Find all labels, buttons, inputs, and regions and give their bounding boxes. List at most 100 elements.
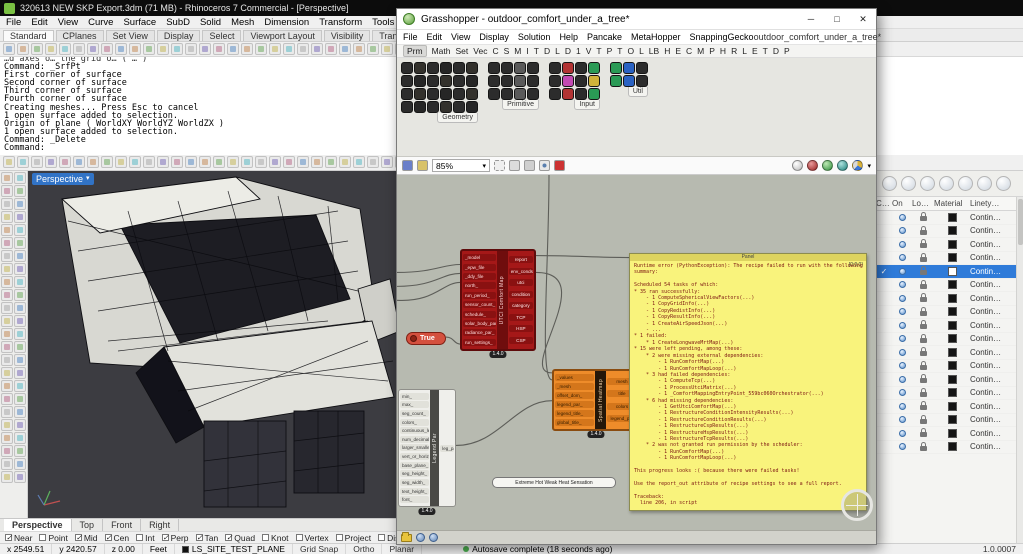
toolbar-icon[interactable] <box>59 156 71 168</box>
sidebar-tool-icon[interactable] <box>14 445 26 457</box>
toolbar-icon[interactable] <box>241 43 253 55</box>
gh-tab-t-8[interactable]: T <box>534 46 539 56</box>
lightbulb-icon[interactable] <box>898 362 906 370</box>
gh-tab-o-17[interactable]: O <box>627 46 634 56</box>
lightbulb-icon[interactable] <box>898 240 906 248</box>
lock-icon[interactable] <box>919 441 927 451</box>
component-icon[interactable] <box>453 75 465 87</box>
layer-on-cell[interactable] <box>892 213 912 221</box>
sidebar-tool-icon[interactable] <box>1 406 13 418</box>
component-icon[interactable] <box>588 88 600 100</box>
toolbar-icon[interactable] <box>227 43 239 55</box>
component-icon[interactable] <box>414 62 426 74</box>
menu-edit[interactable]: Edit <box>31 17 47 28</box>
menu-mesh[interactable]: Mesh <box>231 17 254 28</box>
output-param[interactable]: report <box>508 256 533 264</box>
sidebar-tool-icon[interactable] <box>14 263 26 275</box>
layer-row[interactable]: ✓ Contin… <box>876 265 1023 279</box>
layer-material-cell[interactable] <box>934 320 970 330</box>
toolbar-icon[interactable] <box>87 156 99 168</box>
gh-tab-l-18[interactable]: L <box>639 46 644 56</box>
output-param[interactable]: CSP <box>508 336 533 344</box>
gh-tab-p-31[interactable]: P <box>784 46 790 56</box>
layer-lock-cell[interactable] <box>912 212 934 222</box>
gh-tab-m-23[interactable]: M <box>697 46 704 56</box>
toolbar-icon[interactable] <box>283 156 295 168</box>
lightbulb-icon[interactable] <box>898 254 906 262</box>
checkbox-icon[interactable] <box>195 533 203 542</box>
input-param[interactable]: legend_title_ <box>555 410 594 417</box>
toolbar-icon[interactable] <box>339 43 351 55</box>
lightbulb-icon[interactable] <box>898 294 906 302</box>
material-swatch[interactable] <box>947 239 957 249</box>
component-icon[interactable] <box>440 75 452 87</box>
lock-icon[interactable] <box>919 225 927 235</box>
toolbar-icon[interactable] <box>129 43 141 55</box>
input-param[interactable]: max_ <box>400 401 430 409</box>
input-param[interactable]: continuous_leg_ <box>400 427 430 435</box>
gh-tab-math-1[interactable]: Math <box>432 46 451 56</box>
checkbox-icon[interactable] <box>161 533 169 542</box>
status-current-layer[interactable]: LS_SITE_TEST_PLANE <box>175 544 293 554</box>
input-param[interactable]: base_plane_ <box>400 461 430 469</box>
sidebar-tool-icon[interactable] <box>1 380 13 392</box>
viewport-tab-front[interactable]: Front <box>103 519 142 531</box>
layer-row[interactable]: Contin… <box>876 225 1023 238</box>
layer-row[interactable]: Contin… <box>876 414 1023 427</box>
lightbulb-icon[interactable] <box>898 443 906 451</box>
sidebar-tool-icon[interactable] <box>14 237 26 249</box>
component-icon[interactable] <box>466 62 478 74</box>
profiler-pie-icon[interactable] <box>852 160 864 171</box>
folder-icon[interactable] <box>401 531 412 542</box>
layer-material-cell[interactable] <box>934 226 970 236</box>
component-icon[interactable] <box>549 75 561 87</box>
toolbar-icon[interactable] <box>353 43 365 55</box>
toolbar-icon[interactable] <box>297 156 309 168</box>
input-param[interactable]: solar_body_par_ <box>463 319 496 327</box>
toolbar-icon[interactable] <box>269 43 281 55</box>
checkbox-icon[interactable] <box>5 533 12 542</box>
layer-row[interactable]: Contin… <box>876 319 1023 333</box>
component-icon[interactable] <box>514 62 526 74</box>
toolbar-icon[interactable] <box>157 156 169 168</box>
osnap-int[interactable]: Int <box>136 533 155 543</box>
sidebar-tool-icon[interactable] <box>1 172 13 184</box>
gh-menu-snappinggecko[interactable]: SnappingGecko <box>690 32 754 42</box>
component-icon[interactable] <box>501 88 513 100</box>
toolbar-icon[interactable] <box>367 43 379 55</box>
component-icon[interactable] <box>488 75 500 87</box>
lock-icon[interactable] <box>919 239 927 249</box>
output-param[interactable]: utci <box>508 279 533 287</box>
status-units[interactable]: Feet <box>143 544 175 554</box>
sidebar-tool-icon[interactable] <box>1 237 13 249</box>
checkbox-icon[interactable] <box>39 534 47 541</box>
viewport-tab-top[interactable]: Top <box>72 519 104 531</box>
component-icon[interactable] <box>575 88 587 100</box>
viewport-tab-right[interactable]: Right <box>141 519 180 531</box>
layer-material-cell[interactable] <box>934 266 970 276</box>
sidebar-tool-icon[interactable] <box>1 354 13 366</box>
material-swatch[interactable] <box>947 347 957 357</box>
component-icon[interactable] <box>501 75 513 87</box>
layer-on-cell[interactable] <box>892 429 912 437</box>
viewport-menu-caret-icon[interactable]: ▾ <box>86 173 90 185</box>
component-icon[interactable] <box>527 88 539 100</box>
gh-tab-e-28[interactable]: E <box>752 46 758 56</box>
panel-tab-icon[interactable] <box>958 176 973 191</box>
viewport-tab-perspective[interactable]: Perspective <box>4 519 72 531</box>
lightbulb-icon[interactable] <box>898 321 906 329</box>
layer-on-cell[interactable] <box>892 308 912 316</box>
layer-on-cell[interactable] <box>892 227 912 235</box>
viewport-label[interactable]: Perspective ▾ <box>32 173 94 185</box>
component-icon[interactable] <box>466 88 478 100</box>
layer-row[interactable]: Contin… <box>876 346 1023 360</box>
toolbar-icon[interactable] <box>17 156 29 168</box>
toolbar-icon[interactable] <box>255 156 267 168</box>
sidebar-tool-icon[interactable] <box>14 302 26 314</box>
rendered-preview-icon[interactable] <box>822 160 834 171</box>
sidebar-tool-icon[interactable] <box>14 393 26 405</box>
gh-tab-i-7[interactable]: I <box>526 46 528 56</box>
toolbar-icon[interactable] <box>297 43 309 55</box>
lock-icon[interactable] <box>919 414 927 424</box>
layers-scrollbar[interactable] <box>1016 197 1023 543</box>
